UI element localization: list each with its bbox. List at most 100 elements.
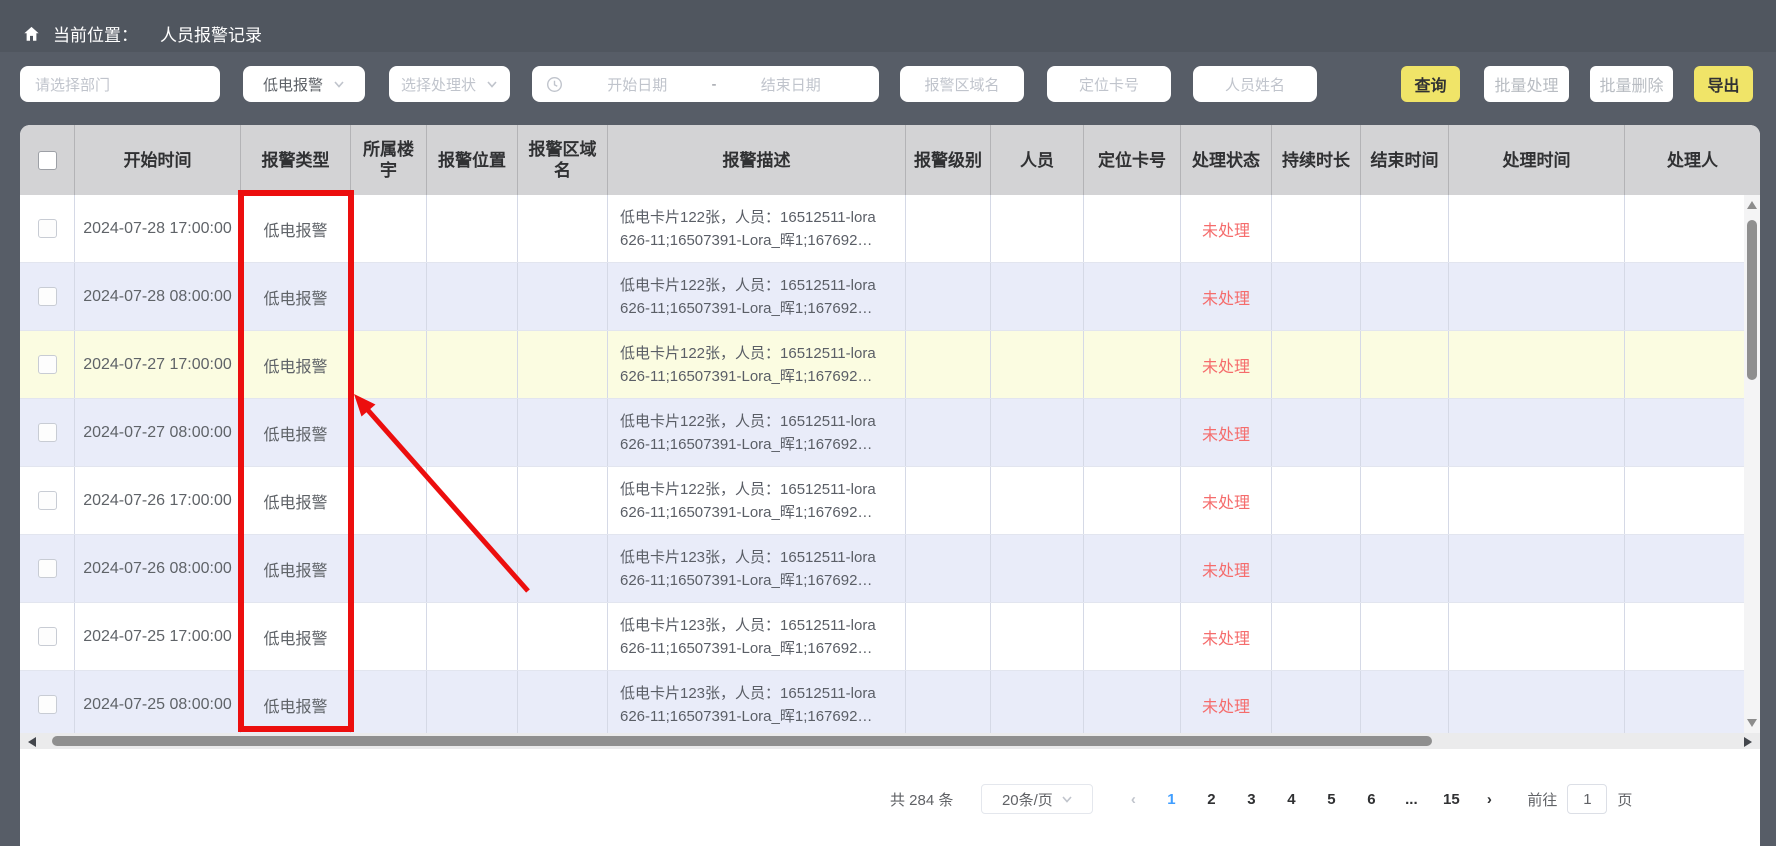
cell-start-time: 2024-07-28 17:00:00	[75, 195, 241, 262]
cell-description: 低电卡片122张，人员：16512511-lora 626-11;1650739…	[608, 331, 906, 398]
desc-line-2: 626-11;16507391-Lora_晖1;167692…	[620, 433, 872, 456]
cell-status: 未处理	[1181, 195, 1272, 262]
top-bar: 当前位置： 人员报警记录	[0, 0, 1776, 52]
start-date-input[interactable]: 开始日期	[563, 74, 712, 95]
desc-line-2: 626-11;16507391-Lora_晖1;167692…	[620, 637, 872, 660]
select-all-checkbox[interactable]	[38, 151, 57, 170]
header-card: 定位卡号	[1084, 125, 1181, 195]
header-location: 报警位置	[427, 125, 518, 195]
export-button[interactable]: 导出	[1694, 66, 1753, 102]
row-checkbox[interactable]	[38, 355, 57, 374]
cell-building	[351, 263, 427, 330]
page-number-3[interactable]: 3	[1231, 791, 1271, 808]
cell-level	[906, 603, 991, 670]
cell-location	[427, 263, 518, 330]
table-row[interactable]: 2024-07-28 08:00:00 低电报警 低电卡片122张，人员：165…	[20, 263, 1744, 331]
scroll-left-arrow-icon[interactable]	[28, 737, 36, 747]
page-number-5[interactable]: 5	[1311, 791, 1351, 808]
date-range-picker[interactable]: 开始日期 - 结束日期	[532, 66, 879, 102]
department-select[interactable]: 请选择部门	[20, 66, 220, 102]
person-name-placeholder: 人员姓名	[1225, 74, 1285, 95]
horizontal-scrollbar[interactable]	[20, 733, 1760, 749]
cell-status: 未处理	[1181, 603, 1272, 670]
home-icon[interactable]	[22, 25, 41, 43]
row-checkbox[interactable]	[38, 627, 57, 646]
page-number-1[interactable]: 1	[1151, 791, 1191, 808]
locator-card-input[interactable]: 定位卡号	[1047, 66, 1171, 102]
page-size-select[interactable]: 20条/页	[981, 784, 1093, 814]
page-number-2[interactable]: 2	[1191, 791, 1231, 808]
cell-checkbox	[20, 263, 75, 330]
cell-card	[1084, 263, 1181, 330]
next-page-button[interactable]: ›	[1471, 791, 1507, 808]
cell-person	[991, 467, 1084, 534]
row-checkbox[interactable]	[38, 491, 57, 510]
cell-start-time: 2024-07-25 17:00:00	[75, 603, 241, 670]
status-placeholder: 选择处理状	[401, 74, 476, 95]
prev-page-button[interactable]: ‹	[1115, 791, 1151, 808]
table-row[interactable]: 2024-07-26 08:00:00 低电报警 低电卡片123张，人员：165…	[20, 535, 1744, 603]
header-level: 报警级别	[906, 125, 991, 195]
row-checkbox[interactable]	[38, 423, 57, 442]
cell-location	[427, 195, 518, 262]
desc-line-1: 低电卡片123张，人员：16512511-lora	[620, 614, 876, 637]
page-number-6[interactable]: 6	[1351, 791, 1391, 808]
cell-checkbox	[20, 195, 75, 262]
batch-delete-button[interactable]: 批量删除	[1590, 66, 1673, 102]
table-panel: 开始时间 报警类型 所属楼宇 报警位置 报警区域名 报警描述 报警级别 人员 定…	[20, 125, 1760, 846]
cell-alarm-type: 低电报警	[241, 603, 351, 670]
cell-end-time	[1361, 331, 1449, 398]
cell-card	[1084, 535, 1181, 602]
goto-page-input[interactable]	[1567, 784, 1607, 814]
process-status-select[interactable]: 选择处理状	[389, 66, 510, 102]
cell-duration	[1272, 535, 1361, 602]
cell-status: 未处理	[1181, 331, 1272, 398]
batch-process-button[interactable]: 批量处理	[1484, 66, 1569, 102]
alarm-area-placeholder: 报警区域名	[924, 74, 999, 95]
cell-building	[351, 671, 427, 738]
personnel-alarm-records-page: 当前位置： 人员报警记录 请选择部门 低电报警 选择处理状 开始日期	[0, 0, 1776, 846]
table-row[interactable]: 2024-07-25 08:00:00 低电报警 低电卡片123张，人员：165…	[20, 671, 1744, 739]
cell-processor	[1625, 603, 1744, 670]
table-row[interactable]: 2024-07-28 17:00:00 低电报警 低电卡片122张，人员：165…	[20, 195, 1744, 263]
alarm-area-input[interactable]: 报警区域名	[900, 66, 1024, 102]
cell-process-time	[1449, 399, 1625, 466]
cell-alarm-type: 低电报警	[241, 467, 351, 534]
person-name-input[interactable]: 人员姓名	[1193, 66, 1317, 102]
query-button[interactable]: 查询	[1401, 66, 1460, 102]
cell-building	[351, 603, 427, 670]
cell-status: 未处理	[1181, 671, 1272, 738]
scroll-down-arrow-icon[interactable]	[1747, 719, 1757, 727]
cell-location	[427, 331, 518, 398]
table-row[interactable]: 2024-07-27 08:00:00 低电报警 低电卡片122张，人员：165…	[20, 399, 1744, 467]
row-checkbox[interactable]	[38, 287, 57, 306]
cell-person	[991, 671, 1084, 738]
page-number-15[interactable]: 15	[1431, 791, 1471, 808]
page-number-4[interactable]: 4	[1271, 791, 1311, 808]
desc-line-1: 低电卡片123张，人员：16512511-lora	[620, 546, 876, 569]
cell-process-time	[1449, 603, 1625, 670]
row-checkbox[interactable]	[38, 219, 57, 238]
cell-level	[906, 195, 991, 262]
end-date-input[interactable]: 结束日期	[717, 74, 866, 95]
cell-alarm-type: 低电报警	[241, 671, 351, 738]
desc-line-1: 低电卡片123张，人员：16512511-lora	[620, 682, 876, 705]
cell-start-time: 2024-07-26 08:00:00	[75, 535, 241, 602]
row-checkbox[interactable]	[38, 695, 57, 714]
table-row[interactable]: 2024-07-26 17:00:00 低电报警 低电卡片122张，人员：165…	[20, 467, 1744, 535]
cell-person	[991, 399, 1084, 466]
breadcrumb-prefix: 当前位置：	[53, 21, 138, 46]
alarm-type-value: 低电报警	[263, 74, 323, 95]
alarm-type-select[interactable]: 低电报警	[243, 66, 365, 102]
page-ellipsis[interactable]: ...	[1391, 791, 1431, 808]
scroll-up-arrow-icon[interactable]	[1747, 201, 1757, 209]
cell-area-name	[518, 331, 608, 398]
horizontal-scrollbar-thumb[interactable]	[52, 736, 1432, 746]
row-checkbox[interactable]	[38, 559, 57, 578]
table-row[interactable]: 2024-07-27 17:00:00 低电报警 低电卡片122张，人员：165…	[20, 331, 1744, 399]
cell-end-time	[1361, 399, 1449, 466]
table-row[interactable]: 2024-07-25 17:00:00 低电报警 低电卡片123张，人员：165…	[20, 603, 1744, 671]
vertical-scrollbar[interactable]	[1744, 195, 1760, 733]
vertical-scrollbar-thumb[interactable]	[1747, 220, 1757, 380]
scroll-right-arrow-icon[interactable]	[1744, 737, 1752, 747]
